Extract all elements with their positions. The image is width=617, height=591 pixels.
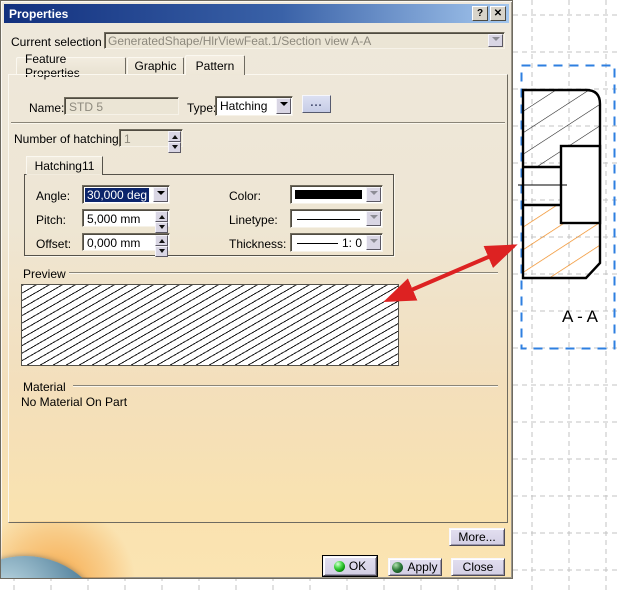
more-button[interactable]: More... [449, 528, 505, 546]
tab-pattern[interactable]: Pattern [185, 55, 245, 75]
help-button[interactable]: ? [472, 6, 488, 21]
close-button[interactable]: Close [451, 558, 505, 576]
apply-ball-icon [392, 562, 403, 573]
tab-hatching11[interactable]: Hatching11 [26, 156, 103, 175]
ok-ball-icon [334, 561, 345, 572]
current-selection-value: GeneratedShape/HlrViewFeat.1/Section vie… [108, 34, 371, 48]
tab-graphic[interactable]: Graphic [127, 57, 184, 75]
tab-feature-properties[interactable]: Feature Properties [16, 57, 126, 75]
section-view-a-a[interactable] [518, 90, 600, 278]
close-window-button[interactable]: ✕ [490, 6, 506, 21]
window-title: Properties [7, 7, 470, 21]
apply-button[interactable]: Apply [388, 558, 442, 576]
current-selection-label: Current selection : [11, 35, 108, 49]
properties-dialog: Properties ? ✕ Current selection : Gener… [0, 0, 513, 579]
ok-button[interactable]: OK [323, 556, 377, 576]
catia-sphere-logo [0, 556, 111, 579]
titlebar[interactable]: Properties ? ✕ [4, 4, 509, 23]
pattern-tab-page [8, 74, 508, 523]
current-selection-combobox[interactable]: GeneratedShape/HlrViewFeat.1/Section vie… [104, 32, 505, 49]
chevron-down-icon[interactable] [488, 34, 503, 47]
section-view-label: A - A [562, 307, 599, 326]
